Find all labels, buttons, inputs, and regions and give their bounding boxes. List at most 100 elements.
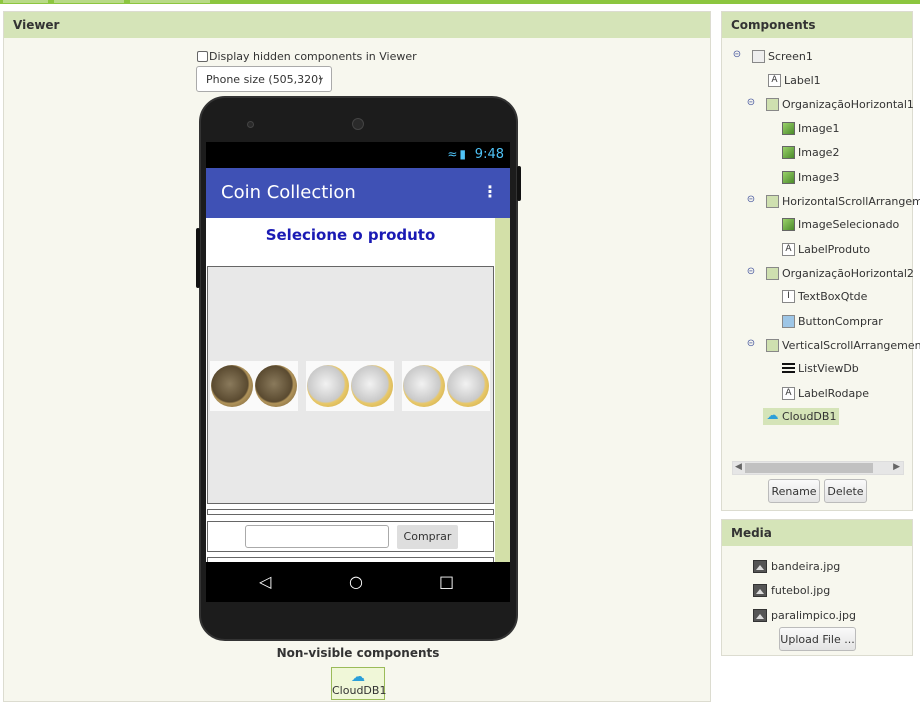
label1: Selecione o produto <box>265 226 436 244</box>
image1[interactable] <box>210 361 298 411</box>
collapse-icon[interactable]: ⊝ <box>746 266 756 277</box>
tree-item-organizacao1[interactable]: OrganizaçãoHorizontal1 <box>766 98 914 111</box>
top-tab[interactable] <box>130 0 210 3</box>
media-panel: Media bandeira.jpg futebol.jpg paralimpi… <box>721 519 913 656</box>
tree-item-vscroll[interactable]: VerticalScrollArrangemen <box>766 339 920 352</box>
cloud-icon: ☁ <box>766 408 779 422</box>
cloud-icon: ☁ <box>351 669 365 685</box>
media-file[interactable]: futebol.jpg <box>753 584 830 597</box>
horizontal-scroll-arrangement[interactable] <box>207 509 494 515</box>
collapse-icon[interactable]: ⊝ <box>732 49 742 60</box>
hidden-components-checkbox[interactable] <box>197 51 208 62</box>
coin-image <box>351 365 393 407</box>
hidden-components-label: Display hidden components in Viewer <box>209 50 417 63</box>
nonvisible-item-label: CloudDB1 <box>332 684 387 697</box>
phone-camera <box>352 118 364 130</box>
image-icon <box>782 146 795 159</box>
viewer-header: Viewer <box>4 12 710 38</box>
image-icon <box>782 171 795 184</box>
recents-icon[interactable]: □ <box>439 572 454 591</box>
tree-item-label1[interactable]: A Label1 <box>768 74 821 87</box>
tree-item-listviewdb[interactable]: ListViewDb <box>782 362 859 375</box>
image2[interactable] <box>306 361 394 411</box>
horizontal-arrangement-buy[interactable]: Comprar <box>207 521 494 552</box>
media-file[interactable]: bandeira.jpg <box>753 560 840 573</box>
home-icon[interactable]: ○ <box>349 572 363 591</box>
label-icon: A <box>782 243 795 256</box>
upload-file-button[interactable]: Upload File ... <box>779 627 856 651</box>
top-tab[interactable] <box>3 0 48 3</box>
components-scrollbar[interactable]: ◀ ▶ <box>732 461 904 475</box>
nonvisible-clouddb[interactable]: ☁ CloudDB1 <box>331 667 387 700</box>
top-tab[interactable] <box>54 0 124 3</box>
image-icon <box>782 218 795 231</box>
overflow-menu-icon[interactable]: ⋮ <box>482 182 498 201</box>
image-file-icon <box>753 584 767 597</box>
arrangement-icon <box>766 267 779 280</box>
coin-image <box>211 365 253 407</box>
components-panel: Components ⊝ Screen1 A Label1 ⊝ Organiza… <box>721 11 920 511</box>
tree-item-label: Label1 <box>784 74 821 87</box>
textbox-qtde[interactable] <box>245 525 389 548</box>
components-header: Components <box>722 12 912 38</box>
tree-item-label: Image2 <box>798 146 840 159</box>
coin-image <box>255 365 297 407</box>
tree-item-label: Image1 <box>798 122 840 135</box>
scroll-left-icon[interactable]: ◀ <box>735 462 742 472</box>
tree-item-label: CloudDB1 <box>782 410 837 423</box>
image-file-icon <box>753 609 767 622</box>
nonvisible-label: Non-visible components <box>276 646 440 660</box>
tree-item-image2[interactable]: Image2 <box>782 146 839 159</box>
buy-button[interactable]: Comprar <box>397 525 458 549</box>
tree-item-image3[interactable]: Image3 <box>782 171 839 184</box>
hidden-components-toggle[interactable]: Display hidden components in Viewer <box>197 50 417 63</box>
coin-image <box>307 365 349 407</box>
tree-item-labelproduto[interactable]: A LabelProduto <box>782 243 870 256</box>
image-file-icon <box>753 560 767 573</box>
phone-sensor <box>247 121 254 128</box>
screen-content: Selecione o produto Comprar <box>206 218 495 563</box>
tree-item-screen1[interactable]: Screen1 <box>752 50 813 63</box>
nav-bar: ◁ ○ □ <box>206 562 510 602</box>
rename-button[interactable]: Rename <box>768 479 820 503</box>
tree-item-imageselecionado[interactable]: ImageSelecionado <box>782 218 899 231</box>
status-time: 9:48 <box>474 147 504 162</box>
tree-item-hscroll[interactable]: HorizontalScrollArrangem <box>766 195 920 208</box>
collapse-icon[interactable]: ⊝ <box>746 194 756 205</box>
tree-item-label: Screen1 <box>768 50 813 63</box>
status-icons: ≈▮ <box>447 147 468 161</box>
phone-power-button <box>517 166 521 201</box>
tree-item-clouddb1[interactable]: ☁ CloudDB1 <box>763 408 840 425</box>
phone-screen: ≈▮ 9:48 Coin Collection ⋮ Selecione o pr… <box>206 142 510 602</box>
tree-item-label: HorizontalScrollArrangem <box>782 195 920 208</box>
tree-item-image1[interactable]: Image1 <box>782 122 839 135</box>
tree-item-label: LabelRodape <box>798 387 870 400</box>
collapse-icon[interactable]: ⊝ <box>746 338 756 349</box>
app-bar: Coin Collection ⋮ <box>206 168 510 218</box>
tree-item-textboxqtde[interactable]: I TextBoxQtde <box>782 290 867 303</box>
tree-item-organizacao2[interactable]: OrganizaçãoHorizontal2 <box>766 267 914 280</box>
horizontal-arrangement-images[interactable] <box>207 266 494 504</box>
tree-item-buttoncomprar[interactable]: ButtonComprar <box>782 315 883 328</box>
button-icon <box>782 315 795 328</box>
coin-image <box>403 365 445 407</box>
chevron-down-icon: ⌄ <box>316 72 325 83</box>
phone-size-value: Phone size (505,320) <box>206 73 323 86</box>
image-icon <box>782 122 795 135</box>
arrangement-icon <box>766 98 779 111</box>
collapse-icon[interactable]: ⊝ <box>746 97 756 108</box>
label-icon: A <box>782 387 795 400</box>
image3[interactable] <box>402 361 490 411</box>
media-file[interactable]: paralimpico.jpg <box>753 609 856 622</box>
tree-item-label: OrganizaçãoHorizontal2 <box>782 267 914 280</box>
screen-scrollbar[interactable] <box>495 218 510 562</box>
tree-item-label: ButtonComprar <box>798 315 883 328</box>
phone-size-select[interactable]: Phone size (505,320) ⌄ <box>196 66 332 92</box>
delete-button[interactable]: Delete <box>824 479 867 503</box>
scrollbar-thumb[interactable] <box>745 463 873 473</box>
scroll-right-icon[interactable]: ▶ <box>893 462 900 472</box>
screen-icon <box>752 50 765 63</box>
back-icon[interactable]: ◁ <box>259 572 271 591</box>
tree-item-labelrodape[interactable]: A LabelRodape <box>782 387 869 400</box>
viewer-panel: Viewer Display hidden components in View… <box>3 11 711 702</box>
